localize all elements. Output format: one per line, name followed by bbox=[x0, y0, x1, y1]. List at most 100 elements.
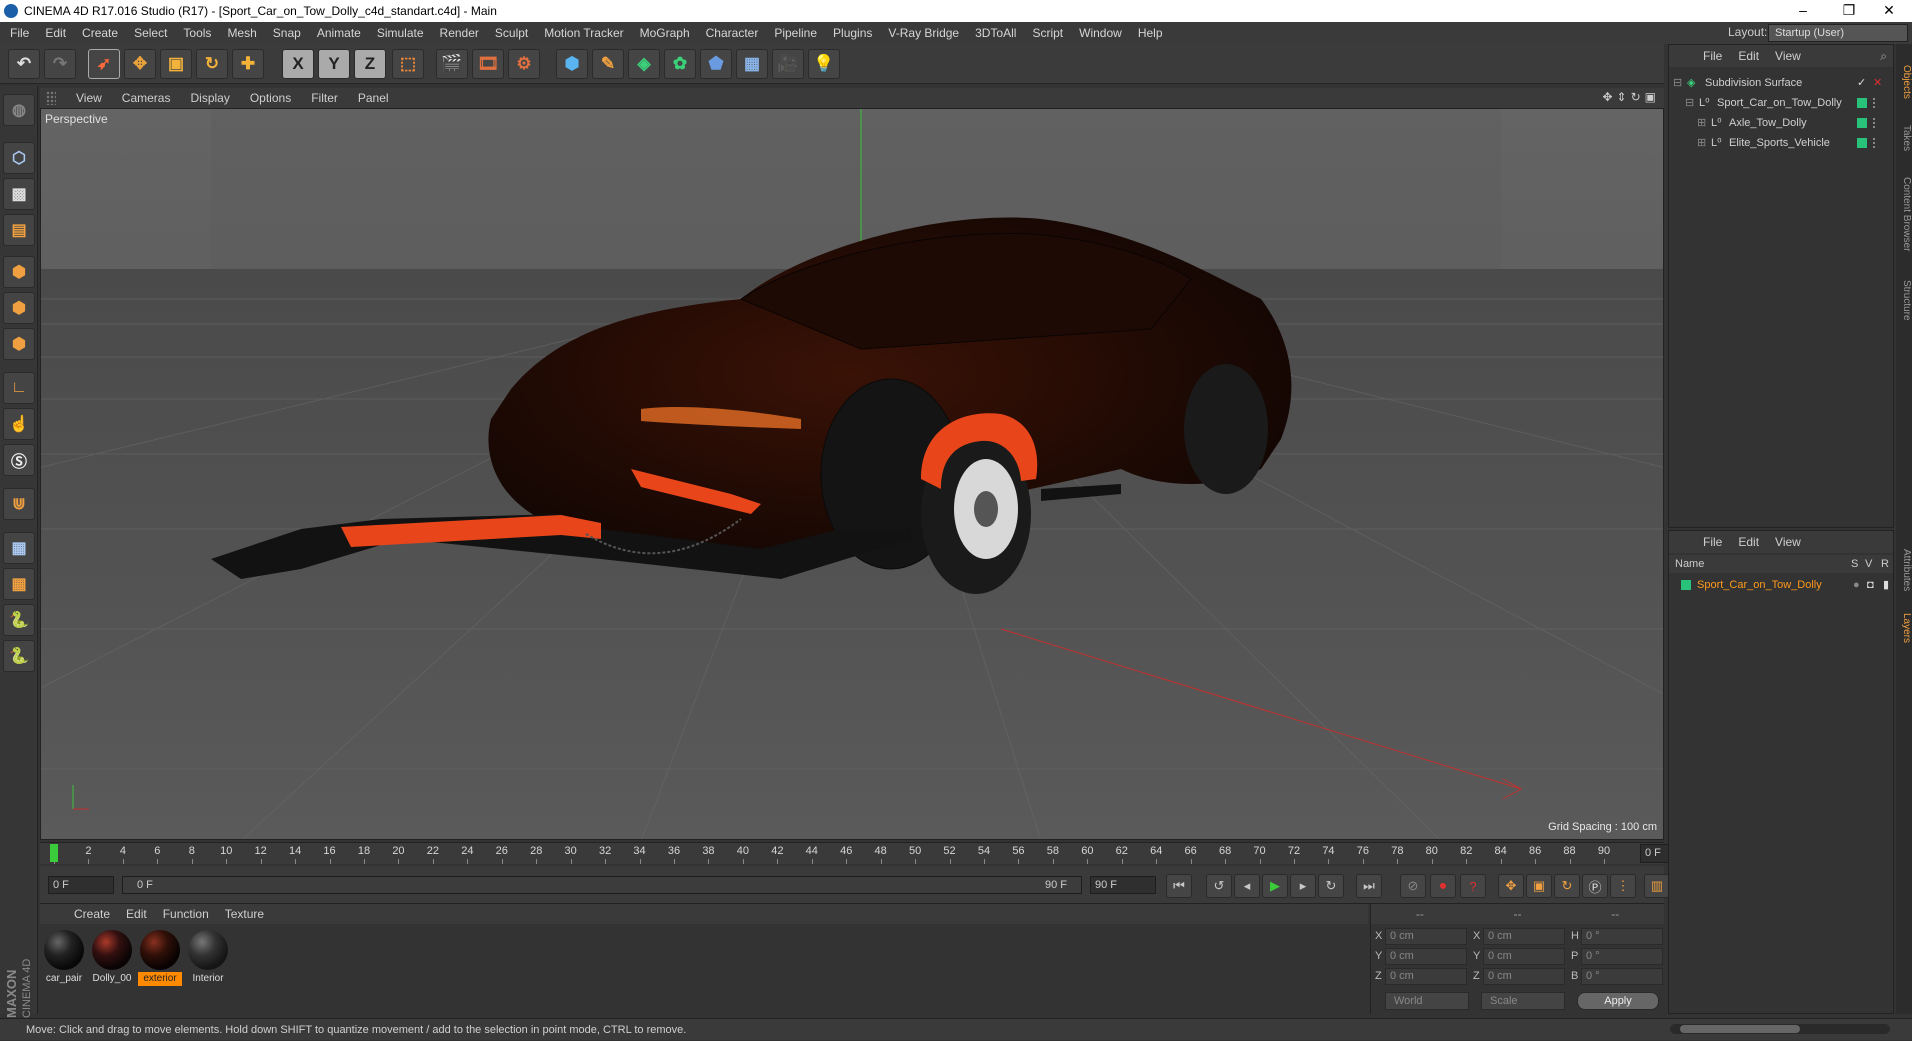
layer-tag-icon[interactable] bbox=[1857, 118, 1867, 128]
goto-start-icon[interactable]: ⏮ bbox=[1166, 874, 1192, 898]
menu-edit[interactable]: Edit bbox=[37, 26, 74, 40]
python-script-icon[interactable]: 🐍 bbox=[3, 604, 35, 636]
tab-takes[interactable]: Takes bbox=[1896, 118, 1912, 158]
subdivision-surface-icon[interactable]: ◈ bbox=[628, 49, 660, 79]
record-keys-disabled-icon[interactable]: ⊘ bbox=[1400, 874, 1426, 898]
layers-menu-file[interactable]: File bbox=[1695, 535, 1730, 549]
tab-objects[interactable]: Objects bbox=[1896, 52, 1912, 112]
camera-object-icon[interactable]: 🎥 bbox=[772, 49, 804, 79]
x-axis-lock-button[interactable]: X bbox=[282, 49, 314, 79]
key-position-icon[interactable]: ✥ bbox=[1498, 874, 1524, 898]
position-y-field[interactable]: 0 cm bbox=[1385, 948, 1467, 965]
expand-icon[interactable]: ⊞ bbox=[1697, 133, 1706, 153]
move-tool-icon[interactable]: ✥ bbox=[124, 49, 156, 79]
menu-render[interactable]: Render bbox=[432, 26, 487, 40]
record-active-icon[interactable]: ⏺ bbox=[1430, 874, 1456, 898]
render-picture-viewer-icon[interactable]: 🎞 bbox=[472, 49, 504, 79]
floor-object-icon[interactable]: ▦ bbox=[736, 49, 768, 79]
layers-menu-edit[interactable]: Edit bbox=[1730, 535, 1767, 549]
viewport-menu-display[interactable]: Display bbox=[180, 91, 239, 105]
visibility-dots-icon[interactable] bbox=[1873, 118, 1877, 128]
viewport-pan-icon[interactable]: ✥ bbox=[1602, 90, 1612, 104]
python-script-2-icon[interactable]: 🐍 bbox=[3, 640, 35, 672]
tab-attributes[interactable]: Attributes bbox=[1896, 538, 1912, 602]
layers-menu-view[interactable]: View bbox=[1767, 535, 1809, 549]
menu-create[interactable]: Create bbox=[74, 26, 126, 40]
key-pla-icon[interactable]: ⋮ bbox=[1610, 874, 1636, 898]
end-frame-field[interactable]: 90 F bbox=[1090, 876, 1156, 894]
visibility-dots-icon[interactable] bbox=[1873, 138, 1877, 148]
coordinate-system-icon[interactable]: ⬚ bbox=[392, 49, 424, 79]
start-frame-field[interactable]: 0 F bbox=[48, 876, 114, 894]
scale-tool-icon[interactable]: ▣ bbox=[160, 49, 192, 79]
material-menu-create[interactable]: Create bbox=[66, 907, 118, 921]
objects-search-icon[interactable]: ⌕ bbox=[1880, 49, 1887, 64]
objects-menu-edit[interactable]: Edit bbox=[1730, 49, 1767, 63]
viewport-rotate-icon[interactable]: ↻ bbox=[1631, 90, 1641, 104]
expand-icon[interactable]: ⊞ bbox=[1697, 113, 1706, 133]
rotate-tool-icon[interactable]: ↻ bbox=[196, 49, 228, 79]
rotation-b-field[interactable]: 0 ° bbox=[1581, 968, 1663, 985]
previous-frame-icon[interactable]: ◂ bbox=[1234, 874, 1260, 898]
key-rotation-icon[interactable]: ↻ bbox=[1554, 874, 1580, 898]
material-menu-function[interactable]: Function bbox=[155, 907, 217, 921]
undo-icon[interactable]: ↶ bbox=[8, 49, 40, 79]
menu-simulate[interactable]: Simulate bbox=[369, 26, 432, 40]
menu-character[interactable]: Character bbox=[698, 26, 767, 40]
size-y-field[interactable]: 0 cm bbox=[1483, 948, 1565, 965]
snap-icon[interactable]: Ⓢ bbox=[3, 444, 35, 476]
tab-layers[interactable]: Layers bbox=[1896, 606, 1912, 650]
rotation-h-field[interactable]: 0 ° bbox=[1581, 928, 1663, 945]
collapse-icon[interactable]: ⊟ bbox=[1685, 93, 1694, 113]
viewport-menu-panel[interactable]: Panel bbox=[348, 91, 399, 105]
redo-icon[interactable]: ↷ bbox=[44, 49, 76, 79]
light-object-icon[interactable]: 💡 bbox=[808, 49, 840, 79]
horizontal-scrollbar[interactable] bbox=[1670, 1024, 1890, 1034]
next-frame-icon[interactable]: ▸ bbox=[1290, 874, 1316, 898]
material-swatch-selected[interactable]: exterior bbox=[138, 928, 182, 986]
key-scale-icon[interactable]: ▣ bbox=[1526, 874, 1552, 898]
model-mode-icon[interactable]: ⬡ bbox=[3, 142, 35, 174]
rotation-p-field[interactable]: 0 ° bbox=[1581, 948, 1663, 965]
perspective-viewport[interactable]: Perspective Grid Spacing : 100 cm bbox=[40, 108, 1664, 840]
menu-motion-tracker[interactable]: Motion Tracker bbox=[536, 26, 631, 40]
minimize-icon[interactable]: – bbox=[1780, 0, 1826, 22]
edges-mode-icon[interactable]: ⬢ bbox=[3, 292, 35, 324]
cube-primitive-icon[interactable]: ⬢ bbox=[556, 49, 588, 79]
material-swatch[interactable]: Interior bbox=[186, 928, 230, 986]
polygons-mode-icon[interactable]: ⬢ bbox=[3, 328, 35, 360]
viewport-menu-cameras[interactable]: Cameras bbox=[112, 91, 181, 105]
menu-plugins[interactable]: Plugins bbox=[825, 26, 880, 40]
live-select-icon[interactable]: ✚ bbox=[232, 49, 264, 79]
play-forward-icon[interactable]: ▶ bbox=[1262, 874, 1288, 898]
playhead-marker[interactable] bbox=[50, 844, 58, 862]
autokey-icon[interactable]: ? bbox=[1460, 874, 1486, 898]
material-swatch[interactable]: car_pair bbox=[42, 928, 86, 986]
menu-snap[interactable]: Snap bbox=[265, 26, 309, 40]
position-z-field[interactable]: 0 cm bbox=[1385, 968, 1467, 985]
objects-menu-file[interactable]: File bbox=[1695, 49, 1730, 63]
viewport-menu-view[interactable]: View bbox=[66, 91, 112, 105]
menu-mesh[interactable]: Mesh bbox=[219, 26, 264, 40]
scrollbar-thumb[interactable] bbox=[1680, 1025, 1800, 1033]
menu-vray-bridge[interactable]: V-Ray Bridge bbox=[880, 26, 967, 40]
render-settings-icon[interactable]: ⚙ bbox=[508, 49, 540, 79]
next-key-icon[interactable]: ↻ bbox=[1318, 874, 1344, 898]
layer-row[interactable]: Sport_Car_on_Tow_Dolly ● ◘ ▮ bbox=[1669, 575, 1893, 595]
menu-help[interactable]: Help bbox=[1130, 26, 1171, 40]
viewport-zoom-icon[interactable]: ⇕ bbox=[1617, 90, 1627, 104]
position-x-field[interactable]: 0 cm bbox=[1385, 928, 1467, 945]
visibility-dots-icon[interactable] bbox=[1873, 98, 1877, 108]
menu-script[interactable]: Script bbox=[1024, 26, 1071, 40]
workplane-mode-icon[interactable]: ▤ bbox=[3, 214, 35, 246]
tweak-mode-icon[interactable]: ☝ bbox=[3, 408, 35, 440]
object-tree-item[interactable]: ⊞ L⁰ Axle_Tow_Dolly bbox=[1669, 113, 1893, 133]
layer-tag-icon[interactable] bbox=[1857, 138, 1867, 148]
magnet-icon[interactable]: ⋓ bbox=[3, 488, 35, 520]
range-slider[interactable]: 0 F 90 F bbox=[122, 876, 1082, 894]
menu-mograph[interactable]: MoGraph bbox=[632, 26, 698, 40]
y-axis-lock-button[interactable]: Y bbox=[318, 49, 350, 79]
locked-workplane-icon[interactable]: ▦ bbox=[3, 568, 35, 600]
panel-grip-icon[interactable] bbox=[46, 91, 56, 105]
tab-content-browser[interactable]: Content Browser bbox=[1896, 164, 1912, 264]
